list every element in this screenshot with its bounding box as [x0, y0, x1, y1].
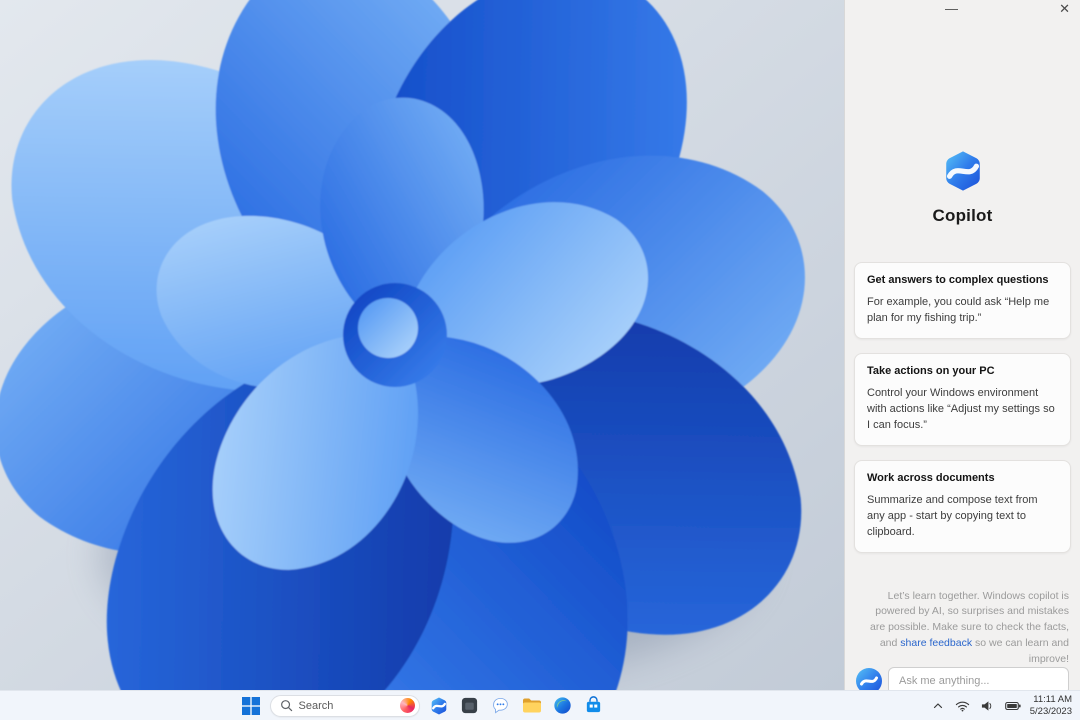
- minimize-button[interactable]: —: [945, 2, 958, 15]
- wifi-button[interactable]: [953, 698, 972, 714]
- volume-icon: [981, 700, 994, 712]
- task-view-icon: [460, 696, 479, 715]
- card-title: Get answers to complex questions: [867, 274, 1058, 286]
- taskbar-search-box[interactable]: Search: [270, 695, 420, 717]
- battery-button[interactable]: [1003, 699, 1023, 713]
- suggestion-card-actions[interactable]: Take actions on your PC Control your Win…: [854, 353, 1071, 446]
- disclaimer-text: so we can learn and improve!: [972, 637, 1069, 665]
- wifi-icon: [955, 700, 970, 712]
- close-button[interactable]: ✕: [1059, 2, 1070, 15]
- edge-icon: [553, 696, 572, 715]
- card-title: Take actions on your PC: [867, 365, 1058, 377]
- copilot-header: Copilot: [845, 148, 1080, 226]
- clock-date: 5/23/2023: [1030, 706, 1072, 717]
- search-highlights-icon: [400, 698, 415, 713]
- bloom-wallpaper-graphic: [0, 0, 844, 690]
- task-view-button[interactable]: [458, 694, 482, 718]
- search-label: Search: [299, 700, 394, 712]
- copilot-logo-icon: [940, 148, 986, 194]
- volume-button[interactable]: [979, 698, 996, 714]
- panel-window-controls: — ✕: [845, 0, 1080, 20]
- search-icon: [280, 699, 293, 712]
- suggestion-cards: Get answers to complex questions For exa…: [845, 262, 1080, 567]
- card-body: Control your Windows environment with ac…: [867, 386, 1058, 434]
- desktop-wallpaper: [0, 0, 844, 690]
- system-tray: 11:11 AM 5/23/2023: [930, 691, 1074, 720]
- clock[interactable]: 11:11 AM 5/23/2023: [1030, 694, 1074, 717]
- edge-button[interactable]: [551, 694, 575, 718]
- battery-icon: [1005, 701, 1021, 711]
- windows-logo-icon: [242, 697, 260, 715]
- copilot-icon: [429, 696, 449, 716]
- share-feedback-link[interactable]: share feedback: [900, 637, 972, 649]
- start-button[interactable]: [239, 694, 263, 718]
- copilot-taskbar-button[interactable]: [427, 694, 451, 718]
- taskbar-center: Search: [0, 691, 844, 720]
- chat-button[interactable]: [489, 694, 513, 718]
- card-body: Summarize and compose text from any app …: [867, 493, 1058, 541]
- chat-icon: [491, 696, 510, 715]
- card-body: For example, you could ask “Help me plan…: [867, 295, 1058, 327]
- tray-chevron-button[interactable]: [930, 698, 946, 714]
- file-explorer-button[interactable]: [520, 694, 544, 718]
- card-title: Work across documents: [867, 472, 1058, 484]
- screen: — ✕ Copilot: [0, 0, 1080, 720]
- store-icon: [584, 696, 603, 715]
- copilot-panel: — ✕ Copilot: [844, 0, 1080, 690]
- suggestion-card-documents[interactable]: Work across documents Summarize and comp…: [854, 460, 1071, 553]
- clock-time: 11:11 AM: [1030, 694, 1072, 705]
- taskbar: Search: [0, 690, 1080, 720]
- copilot-title: Copilot: [933, 206, 993, 226]
- store-button[interactable]: [582, 694, 606, 718]
- ai-disclaimer: Let’s learn together. Windows copilot is…: [861, 589, 1069, 668]
- file-explorer-icon: [522, 697, 542, 714]
- suggestion-card-answers[interactable]: Get answers to complex questions For exa…: [854, 262, 1071, 339]
- chevron-up-icon: [932, 700, 944, 712]
